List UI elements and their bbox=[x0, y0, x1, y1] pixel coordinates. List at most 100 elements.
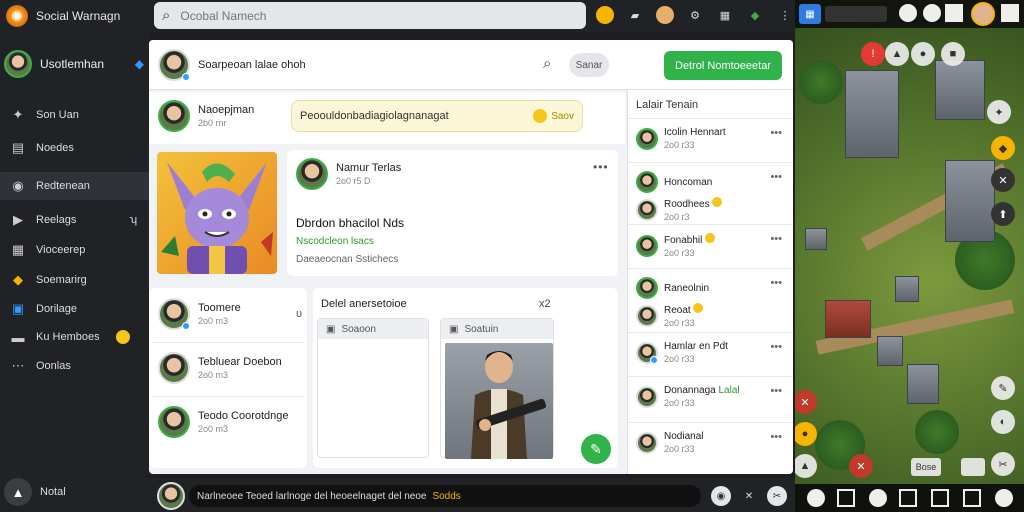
guard-tower[interactable] bbox=[877, 336, 903, 366]
inventory-icon[interactable] bbox=[899, 489, 917, 507]
sidebar-item-1[interactable]: ▤ Noedes bbox=[0, 134, 149, 162]
header-pill[interactable]: Sanar bbox=[569, 53, 609, 77]
coin-icon[interactable]: ● bbox=[795, 422, 817, 446]
castle-building[interactable] bbox=[935, 60, 985, 120]
guard-tower[interactable] bbox=[805, 228, 827, 250]
shop-icon[interactable] bbox=[931, 489, 949, 507]
emoji-icon[interactable] bbox=[596, 6, 614, 24]
shield-icon[interactable] bbox=[899, 4, 917, 22]
remove-icon[interactable]: ✕ bbox=[849, 454, 873, 478]
friend-item[interactable]: Tebluear Doebon 2o0 m3 bbox=[158, 352, 282, 384]
edit-icon[interactable] bbox=[837, 489, 855, 507]
more-icon[interactable]: ••• bbox=[770, 171, 782, 183]
friend-item[interactable]: Toomere 2o0 m3 υ bbox=[158, 298, 302, 330]
more-icon[interactable]: ••• bbox=[770, 233, 782, 245]
message-input[interactable]: Narlneoee Teoed larlnoge del heoeelnaget… bbox=[189, 485, 701, 507]
sidebar-item-5[interactable]: ◆ Soemarirg bbox=[0, 266, 149, 294]
build-icon[interactable]: ▲ bbox=[885, 42, 909, 66]
upgrade-icon[interactable]: ⬆ bbox=[991, 202, 1015, 226]
more-icon[interactable]: ••• bbox=[770, 431, 782, 443]
castle-tower[interactable] bbox=[845, 70, 899, 158]
list-item[interactable]: Honcoman Roodhees 2o0 r3 ••• bbox=[628, 162, 793, 224]
sword-icon[interactable]: ✎ bbox=[991, 376, 1015, 400]
post-author[interactable]: Namur Terlas 2o0 r5 D bbox=[296, 158, 401, 190]
fullscreen-icon[interactable] bbox=[1001, 4, 1019, 22]
more-icon[interactable]: ••• bbox=[593, 160, 609, 174]
chevron-down-icon[interactable]: υ bbox=[296, 308, 302, 320]
friend-item[interactable]: Teodo Coorotdnge 2o0 m3 bbox=[158, 406, 289, 438]
list-item[interactable]: Fonabhil 2o0 r33 ••• bbox=[628, 224, 793, 268]
compose-fab-button[interactable]: ✎ bbox=[581, 434, 611, 464]
sidebar-bottom[interactable]: ▲ Notal bbox=[4, 478, 66, 506]
pause-icon[interactable] bbox=[945, 4, 963, 22]
list-item[interactable]: Raneolnin Reoat 2o0 r33 ••• bbox=[628, 268, 793, 332]
list-item[interactable]: Nodianal 2o0 r33 ••• bbox=[628, 422, 793, 474]
settings-icon[interactable] bbox=[995, 489, 1013, 507]
map-icon[interactable] bbox=[963, 489, 981, 507]
sidebar-item-4[interactable]: ▦ Vioceerep bbox=[0, 236, 149, 264]
wrench-icon[interactable]: ✂ bbox=[991, 452, 1015, 476]
game-art-image[interactable] bbox=[157, 152, 277, 274]
gold-icon[interactable]: ◆ bbox=[991, 136, 1015, 160]
search-input[interactable] bbox=[180, 8, 561, 23]
sidebar-item-0[interactable]: ✦ Son Uan bbox=[0, 101, 149, 129]
post-link[interactable]: Nscodcleon lsacs bbox=[296, 236, 374, 247]
leaf-icon[interactable]: ◆ bbox=[746, 6, 764, 24]
kebab-menu-icon[interactable]: ⋮ bbox=[776, 6, 794, 24]
sidebar-item-8[interactable]: ⋯ Oonlas bbox=[0, 352, 149, 380]
search-bar[interactable]: ⌕ bbox=[154, 2, 586, 29]
composer-input[interactable]: Peoouldonbadiagiolagnanagat Saov bbox=[291, 100, 583, 132]
thumbs-up-icon[interactable]: ▲ bbox=[4, 478, 32, 506]
chat-icon[interactable] bbox=[869, 489, 887, 507]
close-icon[interactable]: ✕ bbox=[739, 486, 759, 506]
list-item[interactable]: Icolin Hennart 2o0 r33 ••• bbox=[628, 118, 793, 162]
list-item[interactable]: Hamlar en Pdt 2o0 r33 ••• bbox=[628, 332, 793, 376]
sidebar-item-7[interactable]: ▬ Ku Hemboes bbox=[0, 323, 149, 351]
player-avatar[interactable] bbox=[971, 2, 995, 26]
more-icon[interactable]: ••• bbox=[770, 277, 782, 289]
game-view[interactable]: ▦ ! ▲ ● ■ ✦ ◆ ✕ ⬆ ✕ ● ▲ ✕ ✎ ◐ ✂ Bose bbox=[795, 0, 1024, 512]
more-icon[interactable]: ••• bbox=[770, 127, 782, 139]
guard-tower[interactable] bbox=[907, 364, 939, 404]
composer-user[interactable]: Naoepjman 2b0 rnr bbox=[158, 100, 254, 132]
composer-tag[interactable]: Saov bbox=[533, 109, 574, 123]
brand[interactable]: ✺ Social Warnagn bbox=[6, 5, 120, 27]
barracks[interactable] bbox=[825, 300, 871, 338]
hammer-icon[interactable]: ✦ bbox=[987, 100, 1011, 124]
chest-icon[interactable]: ■ bbox=[941, 42, 965, 66]
cancel-icon[interactable]: ✕ bbox=[795, 390, 817, 414]
more-icon[interactable]: ••• bbox=[770, 385, 782, 397]
header-user[interactable]: Soarpeoan lalae ohoh bbox=[158, 49, 306, 81]
chat-pane-left[interactable]: ▣ Soaoon bbox=[317, 318, 429, 458]
attack-icon[interactable]: ✕ bbox=[991, 168, 1015, 192]
castle-tower[interactable] bbox=[945, 160, 995, 242]
record-icon[interactable] bbox=[807, 489, 825, 507]
map-icon[interactable]: ▦ bbox=[799, 4, 821, 24]
list-item[interactable]: Donannaga Lalal 2o0 r33 ••• bbox=[628, 376, 793, 422]
chat-pane-right[interactable]: ▣ Soatuin bbox=[440, 318, 554, 459]
settings-icon[interactable] bbox=[923, 4, 941, 22]
guard-tower[interactable] bbox=[895, 276, 919, 302]
gear-icon[interactable]: ⚙ bbox=[686, 6, 704, 24]
game-button[interactable]: Bose bbox=[911, 458, 941, 476]
avatar-icon[interactable] bbox=[656, 6, 674, 24]
primary-action-button[interactable]: Detrol Nomtoeeetar bbox=[664, 51, 782, 80]
troops-icon[interactable]: ● bbox=[911, 42, 935, 66]
grid-icon[interactable]: ▦ bbox=[716, 6, 734, 24]
sidebar-item-2[interactable]: ◉ Redtenean bbox=[0, 172, 149, 200]
more-icon[interactable]: ••• bbox=[770, 341, 782, 353]
troop-icon[interactable]: ▲ bbox=[795, 454, 817, 478]
alert-icon[interactable]: ! bbox=[861, 42, 885, 66]
shield-icon[interactable]: ◐ bbox=[991, 410, 1015, 434]
truck-icon[interactable]: ▰ bbox=[626, 6, 644, 24]
search-icon[interactable]: ⌕ bbox=[543, 55, 551, 72]
record-icon[interactable]: ◉ bbox=[711, 486, 731, 506]
sidebar-item-6[interactable]: ▣ Dorilage bbox=[0, 295, 149, 323]
photo-image[interactable] bbox=[445, 343, 553, 459]
sidebar-profile[interactable]: Usotlemhan ◆ bbox=[4, 50, 144, 78]
sidebar-item-3[interactable]: ▶ Reelags ʮ bbox=[0, 206, 149, 234]
close-icon[interactable]: x2 bbox=[539, 298, 551, 310]
hammer-icon[interactable] bbox=[961, 458, 985, 476]
post-card[interactable]: Namur Terlas 2o0 r5 D ••• Dbrdon bhacilo… bbox=[287, 150, 618, 276]
tools-icon[interactable]: ✂ bbox=[767, 486, 787, 506]
